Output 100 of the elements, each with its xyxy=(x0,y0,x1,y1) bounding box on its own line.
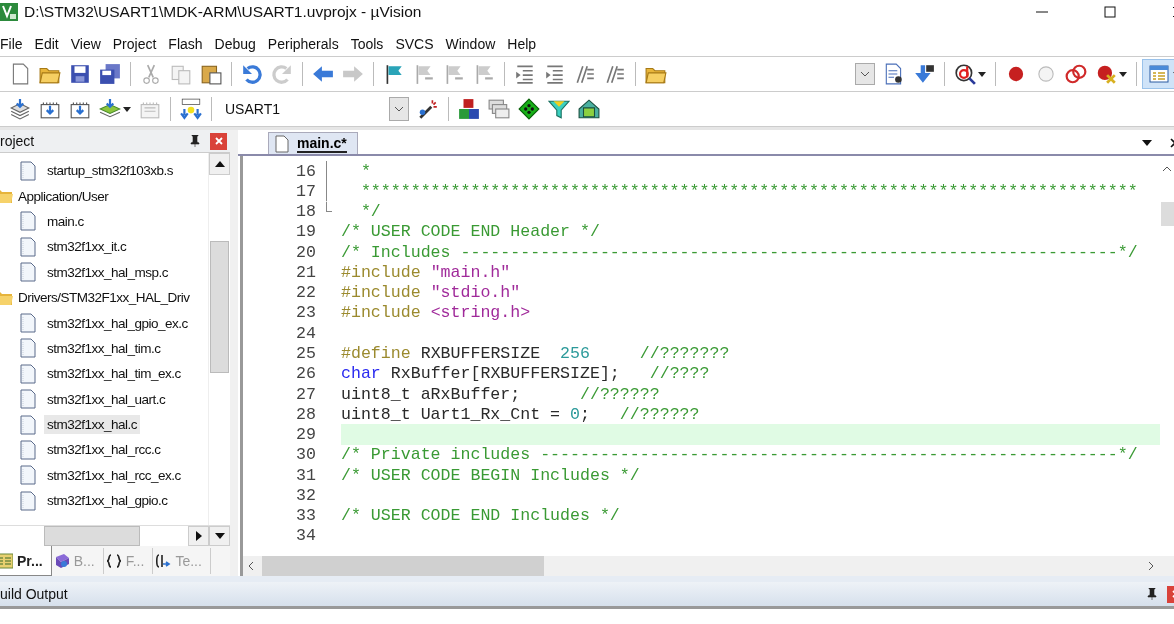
menu-item[interactable]: Help xyxy=(506,36,543,52)
rings-icon[interactable] xyxy=(1065,63,1087,85)
caret-icon[interactable] xyxy=(123,106,131,112)
menu-item[interactable]: Flash xyxy=(167,36,209,52)
paste-icon[interactable] xyxy=(200,63,222,85)
scrollbar-thumb[interactable] xyxy=(1160,202,1174,226)
line-number: 17 xyxy=(295,181,316,201)
wand-icon[interactable] xyxy=(417,98,439,120)
menu-item[interactable]: Debug xyxy=(213,36,262,52)
template-icon[interactable] xyxy=(155,553,172,569)
tree-item[interactable]: stm32f1xx_it.c xyxy=(44,237,130,257)
tree-item[interactable]: stm32f1xx_hal_gpio.c xyxy=(44,491,171,511)
windows-icon[interactable] xyxy=(488,98,510,120)
scrollbar-thumb[interactable] xyxy=(210,241,229,373)
line-number: 16 xyxy=(295,161,316,181)
file-icon xyxy=(20,414,36,435)
tree-item[interactable]: main.c xyxy=(44,211,87,231)
scroll-left-icon[interactable] xyxy=(248,561,254,571)
cross-ball-icon[interactable] xyxy=(1095,63,1117,85)
tree-item[interactable]: stm32f1xx_hal_gpio_ex.c xyxy=(44,313,191,333)
document-search-icon[interactable] xyxy=(883,63,905,85)
chevron-down-icon[interactable] xyxy=(394,106,404,112)
magnifier-icon[interactable] xyxy=(954,63,976,85)
panel-title: uild Output xyxy=(0,586,68,602)
books-icon[interactable] xyxy=(53,553,70,569)
line-number: 28 xyxy=(295,404,316,424)
file-tab[interactable]: main.c* xyxy=(268,132,358,154)
line-number: 19 xyxy=(295,222,316,242)
menu-item[interactable]: Project xyxy=(111,36,163,52)
code-line: char RxBuffer[RXBUFFERSIZE]; //???? xyxy=(341,363,711,384)
line-number: 29 xyxy=(295,425,316,445)
code-line: */ xyxy=(359,201,382,222)
uncomment-icon[interactable] xyxy=(604,63,626,85)
menu-item[interactable]: File xyxy=(0,36,29,52)
maximize-icon[interactable] xyxy=(1104,6,1116,18)
file-icon[interactable] xyxy=(275,134,289,153)
tree-item[interactable]: stm32f1xx_hal_tim_ex.c xyxy=(44,364,184,384)
grid-icon[interactable] xyxy=(578,98,600,120)
scroll-up-button[interactable] xyxy=(209,153,230,175)
project-icon[interactable] xyxy=(0,552,13,569)
menu-item[interactable]: Tools xyxy=(349,36,390,52)
pin-icon[interactable] xyxy=(190,135,200,147)
scrollbar-thumb[interactable] xyxy=(44,526,140,546)
tree-item[interactable]: startup_stm32f103xb.s xyxy=(44,161,177,181)
arrow-right-icon[interactable] xyxy=(195,531,202,541)
scroll-down-button[interactable] xyxy=(209,526,230,546)
save-icon[interactable] xyxy=(69,63,91,85)
tree-item[interactable]: Drivers/STM32F1xx_HAL_Driv xyxy=(15,288,193,308)
tree-item[interactable]: stm32f1xx_hal_rcc_ex.c xyxy=(44,465,184,485)
file-icon xyxy=(20,363,36,384)
tree-item[interactable]: stm32f1xx_hal.c xyxy=(44,415,141,435)
pin-icon[interactable] xyxy=(1147,588,1157,600)
undo-icon[interactable] xyxy=(241,63,263,85)
tree-item[interactable]: stm32f1xx_hal_msp.c xyxy=(44,262,172,282)
scroll-up-icon[interactable] xyxy=(1162,166,1172,172)
tree-item[interactable]: Application/User xyxy=(15,186,112,206)
line-number: 33 xyxy=(295,506,316,526)
chevron-down-icon[interactable] xyxy=(860,71,870,77)
arrow-up-icon[interactable] xyxy=(214,161,225,167)
code-line: /* USER CODE BEGIN Includes */ xyxy=(341,465,641,486)
code-line: uint8_t Uart1_Rx_Cnt = 0; //?????? xyxy=(341,404,701,425)
comment-icon[interactable] xyxy=(574,63,596,85)
file-icon xyxy=(20,389,36,410)
close-button[interactable] xyxy=(210,132,227,150)
line-number: 27 xyxy=(295,384,316,404)
tree-item[interactable]: stm32f1xx_hal_rcc.c xyxy=(44,440,164,460)
funnel-icon[interactable] xyxy=(548,98,570,120)
load-arrows-icon[interactable] xyxy=(180,98,202,120)
menu-item[interactable]: SVCS xyxy=(394,36,440,52)
scrollbar-thumb[interactable] xyxy=(262,556,544,576)
file-icon xyxy=(20,313,36,334)
caret-icon[interactable] xyxy=(978,71,986,77)
line-number: 22 xyxy=(295,283,316,303)
window-title: D:\STM32\USART1\MDK-ARM\USART1.uvprojx - µVision xyxy=(24,2,422,21)
caret-icon[interactable] xyxy=(1119,71,1127,77)
save-all-icon[interactable] xyxy=(99,63,121,85)
menu-item[interactable]: Peripherals xyxy=(266,36,345,52)
menu-item[interactable]: Edit xyxy=(33,36,65,52)
braces-icon[interactable] xyxy=(105,553,122,569)
stack-download-icon[interactable] xyxy=(9,98,31,120)
window-icon[interactable] xyxy=(1149,65,1169,83)
layers-icon[interactable] xyxy=(99,98,121,120)
line-number: 32 xyxy=(295,485,316,505)
indent-icon[interactable] xyxy=(514,63,536,85)
blocks-icon[interactable] xyxy=(458,98,480,120)
arrow-down-icon[interactable] xyxy=(214,533,225,539)
download-arrow-icon[interactable] xyxy=(913,63,935,85)
outdent-icon[interactable] xyxy=(544,63,566,85)
menu-item[interactable]: Window xyxy=(444,36,502,52)
dropdown-icon[interactable] xyxy=(1142,140,1152,146)
line-number: 23 xyxy=(295,303,316,323)
panel-tab[interactable]: Pr... xyxy=(0,546,52,576)
line-number: 20 xyxy=(295,242,316,262)
scroll-right-icon[interactable] xyxy=(1148,561,1154,571)
tree-item[interactable]: stm32f1xx_hal_tim.c xyxy=(44,338,164,358)
scroll-right-button[interactable] xyxy=(188,526,209,546)
tree-item[interactable]: stm32f1xx_hal_uart.c xyxy=(44,389,169,409)
panel-title: roject xyxy=(0,133,36,149)
menu-item[interactable]: View xyxy=(69,36,107,52)
diamond-icon[interactable] xyxy=(518,98,540,120)
